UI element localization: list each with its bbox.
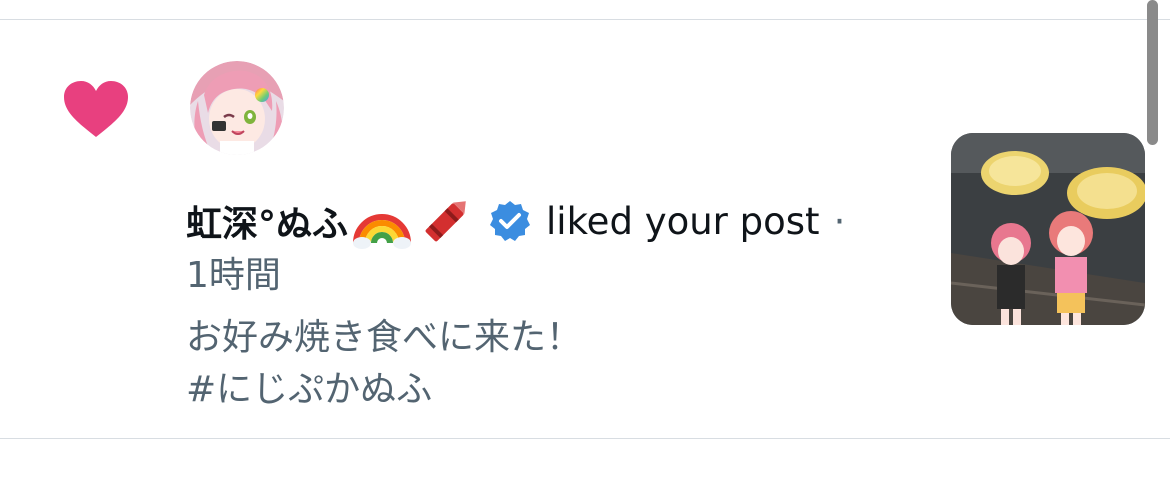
bottom-divider [0, 438, 1170, 439]
scrollbar[interactable] [1147, 0, 1158, 145]
heart-icon [64, 81, 128, 137]
rainbow-emoji [353, 214, 412, 249]
verified-badge-icon [490, 201, 531, 241]
post-thumbnail[interactable] [951, 133, 1145, 325]
post-line: お好み焼き食べに来た！ [186, 317, 583, 358]
action-text: liked your post [546, 199, 820, 243]
timestamp: 1時間 [186, 255, 281, 296]
user-name[interactable]: 虹深°ぬふ [186, 195, 348, 247]
post-hashtag[interactable]: #にじぷかぬふ [186, 364, 582, 416]
top-divider [0, 19, 1170, 20]
separator-dot: · [833, 199, 846, 243]
notification-header: 虹深°ぬふ liked your post · [186, 193, 845, 249]
post-text: お好み焼き食べに来た！ #にじぷかぬふ [186, 312, 582, 416]
avatar[interactable] [190, 61, 284, 155]
crayon-emoji [425, 201, 466, 242]
